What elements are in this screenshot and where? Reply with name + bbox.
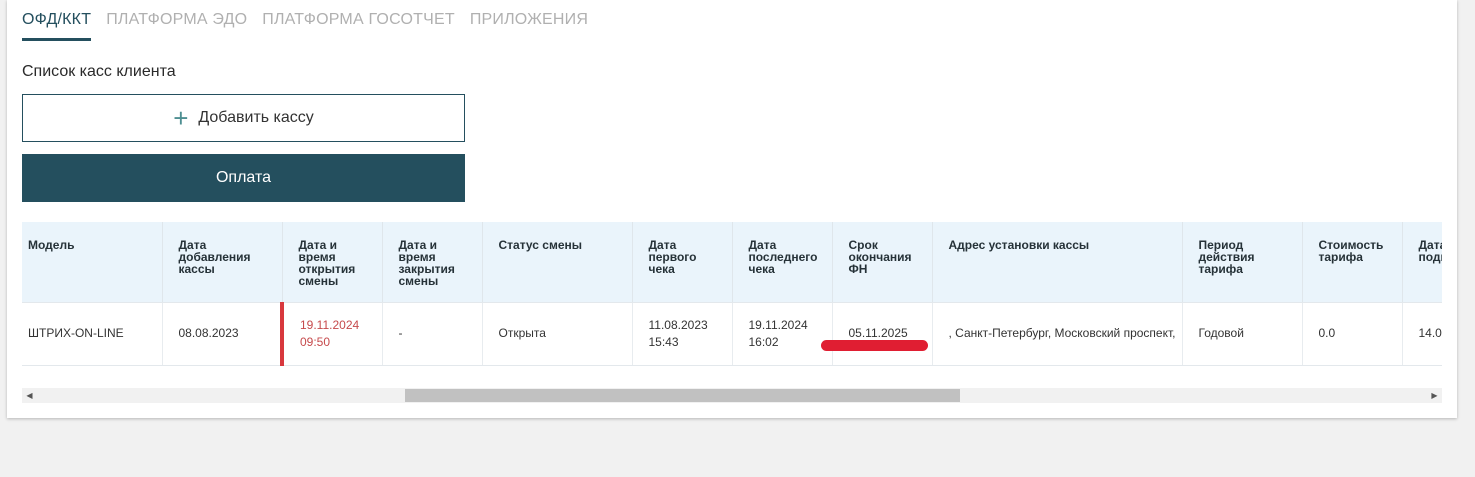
plus-icon: + <box>173 103 189 133</box>
tab-applications[interactable]: ПРИЛОЖЕНИЯ <box>470 10 588 38</box>
column-header-shift-open[interactable]: Дата и время открытия смены <box>282 222 383 303</box>
last-check-time: 16:02 <box>748 334 779 349</box>
column-header-date-added[interactable]: Дата добавления кассы <box>162 222 283 303</box>
section-title: Список касс клиента <box>22 63 176 80</box>
shift-open-time: 09:50 <box>300 334 331 349</box>
table-row[interactable]: ШТРИХ-ON-LINE 08.08.2023 19.11.2024 09:5… <box>22 302 1442 366</box>
shift-open-date: 19.11.2024 <box>300 317 360 332</box>
cell-tariff-period: Годовой <box>1182 302 1303 366</box>
column-header-shift-status[interactable]: Статус смены <box>482 222 633 303</box>
horizontal-scrollbar[interactable]: ◀ ▶ <box>22 388 1442 403</box>
cell-address: , Санкт-Петербург, Московский проспект, <box>932 302 1183 366</box>
cell-fn-expiry: 05.11.2025 <box>820 302 933 366</box>
column-header-model[interactable]: Модель <box>22 222 163 303</box>
main-card: ОФД/ККТ ПЛАТФОРМА ЭДО ПЛАТФОРМА ГОСОТЧЕТ… <box>7 0 1457 418</box>
fn-expiry-value: 05.11.2025 <box>848 326 908 340</box>
column-header-fn-expiry[interactable]: Срок окончания ФН <box>832 222 933 303</box>
tab-edo-platform[interactable]: ПЛАТФОРМА ЭДО <box>106 10 247 38</box>
cell-connection-date: 14.0 <box>1402 302 1442 366</box>
tab-gosotchet-platform[interactable]: ПЛАТФОРМА ГОСОТЧЕТ <box>262 10 455 38</box>
cell-shift-open: 19.11.2024 09:50 <box>280 302 383 366</box>
cell-last-check: 19.11.2024 16:02 <box>732 302 833 366</box>
pay-button[interactable]: Оплата <box>22 154 465 202</box>
first-check-time: 15:43 <box>648 334 679 349</box>
cell-shift-close: - <box>382 302 483 366</box>
column-header-shift-close[interactable]: Дата и время закрытия смены <box>382 222 483 303</box>
cell-first-check: 11.08.2023 15:43 <box>632 302 733 366</box>
cell-shift-status: Открыта <box>482 302 633 366</box>
cell-tariff-cost: 0.0 <box>1302 302 1403 366</box>
add-kassa-label: Добавить кассу <box>198 109 314 126</box>
tab-bar: ОФД/ККТ ПЛАТФОРМА ЭДО ПЛАТФОРМА ГОСОТЧЕТ… <box>22 10 603 41</box>
cell-date-added: 08.08.2023 <box>162 302 283 366</box>
column-header-last-check[interactable]: Дата последнего чека <box>732 222 833 303</box>
scroll-left-arrow-icon[interactable]: ◀ <box>22 388 37 403</box>
last-check-date: 19.11.2024 <box>748 317 808 332</box>
kassa-table-container: Модель Дата добавления кассы Дата и врем… <box>22 222 1442 368</box>
first-check-date: 11.08.2023 <box>648 317 708 332</box>
add-kassa-button[interactable]: + Добавить кассу <box>22 94 465 142</box>
kassa-table: Модель Дата добавления кассы Дата и врем… <box>22 222 1442 366</box>
column-header-first-check[interactable]: Дата первого чека <box>632 222 733 303</box>
column-header-address[interactable]: Адрес установки кассы <box>932 222 1183 303</box>
table-header-row: Модель Дата добавления кассы Дата и врем… <box>22 222 1442 303</box>
scrollbar-thumb[interactable] <box>405 389 960 402</box>
red-underline-annotation <box>820 339 928 351</box>
column-header-connection-date[interactable]: Дата подключения <box>1402 222 1442 303</box>
column-header-tariff-period[interactable]: Период действия тарифа <box>1182 222 1303 303</box>
tab-ofd-kkt[interactable]: ОФД/ККТ <box>22 10 92 41</box>
column-header-tariff-cost[interactable]: Стоимость тарифа <box>1302 222 1403 303</box>
scroll-right-arrow-icon[interactable]: ▶ <box>1427 388 1442 403</box>
cell-model: ШТРИХ-ON-LINE <box>22 302 163 366</box>
